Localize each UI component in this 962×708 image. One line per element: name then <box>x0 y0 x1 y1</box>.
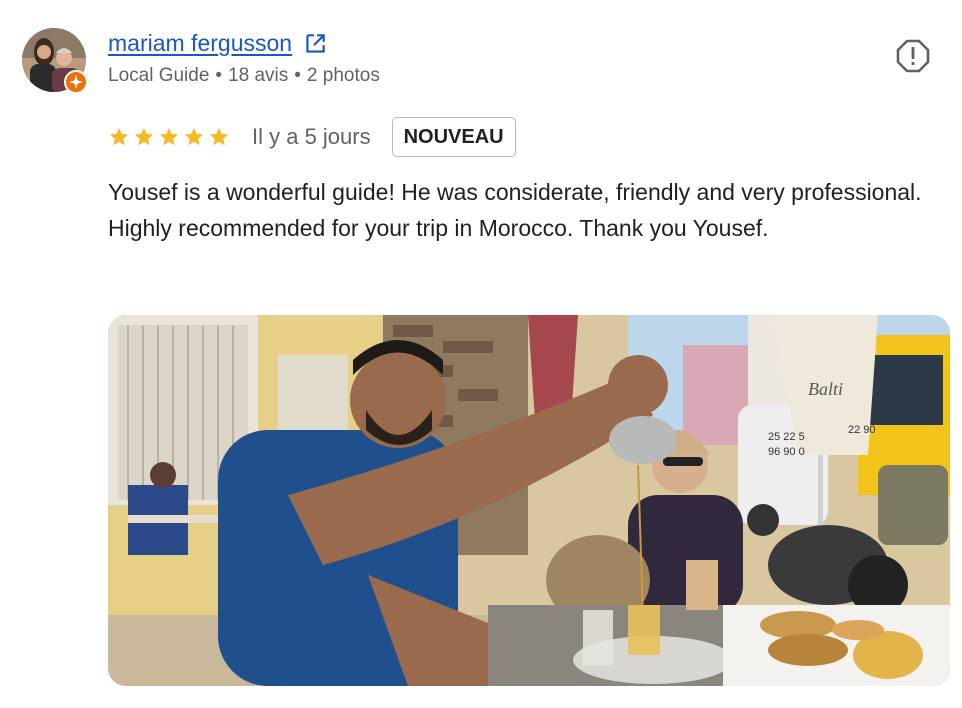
star-icon <box>184 127 204 146</box>
reviewer-avatar[interactable] <box>22 28 88 94</box>
star-icon <box>134 127 154 146</box>
star-icon <box>209 127 229 146</box>
star-icon <box>109 127 129 146</box>
review-photo[interactable]: Balti 25 22 5 96 90 0 22 90 <box>108 315 950 686</box>
reviewer-meta: Local Guide • 18 avis • 2 photos <box>108 65 380 86</box>
review-text: Yousef is a wonderful guide! He was cons… <box>108 179 922 241</box>
umbrella-sign-text: Balti <box>808 379 843 399</box>
star-icon <box>159 127 179 146</box>
reviewer-name-row: mariam fergusson <box>108 30 328 57</box>
bus-number-right: 96 90 0 <box>768 446 805 458</box>
bus-number-left: 25 22 5 <box>768 431 805 443</box>
external-link-icon[interactable] <box>302 31 328 57</box>
reviewer-name-link[interactable]: mariam fergusson <box>108 30 292 57</box>
star-rating <box>108 126 230 148</box>
photo-count: 2 photos <box>306 65 380 86</box>
rating-row: Il y a 5 jours NOUVEAU <box>108 116 516 158</box>
local-guide-label: Local Guide <box>108 65 210 86</box>
review-date: Il y a 5 jours <box>252 124 371 149</box>
local-guide-badge-icon <box>64 70 88 94</box>
report-flag-icon[interactable] <box>895 38 931 74</box>
review-count: 18 avis <box>228 65 289 86</box>
bus-number-far: 22 90 <box>848 424 876 436</box>
new-badge: NOUVEAU <box>391 117 516 157</box>
